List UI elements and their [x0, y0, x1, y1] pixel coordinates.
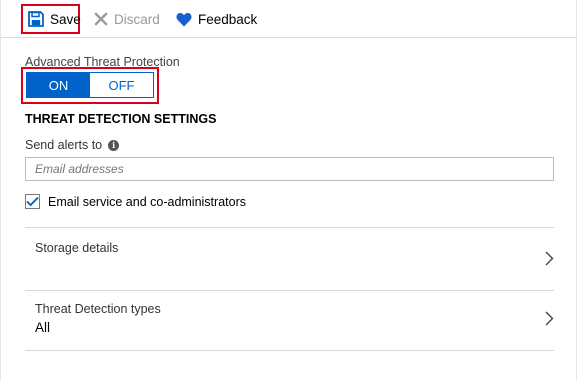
heart-icon — [176, 12, 192, 27]
toggle-on-option[interactable]: ON — [27, 73, 90, 97]
storage-details-title: Storage details — [35, 241, 119, 255]
storage-details-row[interactable]: Storage details — [25, 228, 554, 290]
close-icon — [94, 12, 108, 26]
detection-types-value: All — [35, 320, 51, 335]
save-icon — [28, 11, 44, 27]
email-admins-checkbox[interactable] — [25, 194, 40, 209]
chevron-right-icon — [545, 311, 554, 331]
toggle-off-option[interactable]: OFF — [90, 73, 153, 97]
discard-label: Discard — [114, 11, 160, 27]
email-placeholder: Email addresses — [35, 162, 124, 176]
save-button[interactable]: Save — [21, 4, 81, 34]
command-bar: Save Discard Feedback — [1, 0, 577, 38]
email-admins-label: Email service and co-administrators — [48, 194, 246, 209]
feedback-button[interactable]: Feedback — [176, 4, 257, 34]
detection-types-row[interactable]: Threat Detection types All — [25, 291, 554, 350]
send-alerts-text: Send alerts to — [25, 138, 103, 152]
detection-types-title: Threat Detection types — [35, 302, 161, 316]
chevron-right-icon — [545, 251, 554, 271]
checkmark-icon — [26, 196, 39, 207]
feedback-label: Feedback — [198, 11, 258, 27]
section-heading: THREAT DETECTION SETTINGS — [25, 112, 217, 126]
discard-button[interactable]: Discard — [94, 4, 160, 34]
save-label: Save — [50, 11, 81, 27]
divider — [25, 350, 554, 351]
atp-toggle[interactable]: ON OFF — [26, 72, 154, 98]
info-icon[interactable]: i — [108, 139, 120, 151]
email-admins-option: Email service and co-administrators — [25, 194, 246, 209]
send-alerts-label: Send alerts to i — [25, 138, 120, 152]
email-addresses-input[interactable]: Email addresses — [25, 157, 554, 181]
settings-panel: Save Discard Feedback Advanced Threat Pr… — [0, 0, 577, 381]
